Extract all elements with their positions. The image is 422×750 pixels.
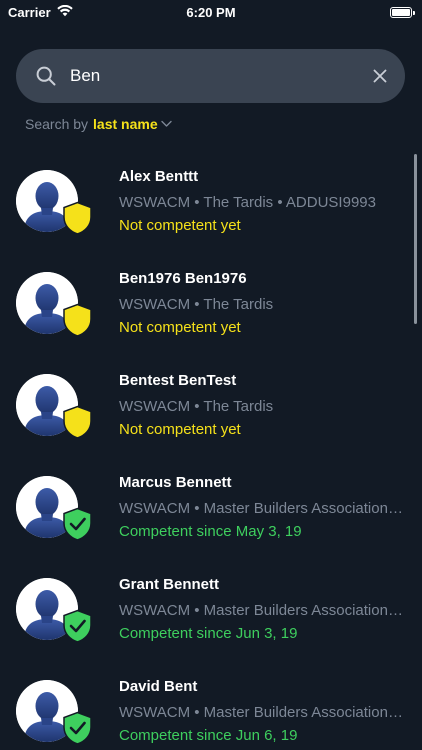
- chevron-down-icon[interactable]: [160, 120, 172, 128]
- competency-status: Not competent yet: [119, 319, 241, 336]
- wifi-icon: [56, 4, 73, 20]
- search-icon: [36, 66, 56, 86]
- competency-status: Not competent yet: [119, 217, 241, 234]
- list-item[interactable]: Ben1976 Ben1976 WSWACM • The Tardis Not …: [0, 254, 422, 356]
- list-item-text: Marcus Bennett WSWACM • Master Builders …: [119, 474, 404, 541]
- person-meta: WSWACM • Master Builders Association - W…: [119, 704, 404, 721]
- status-bar: Carrier 6:20 PM: [0, 0, 422, 24]
- person-meta: WSWACM • Master Builders Association - W…: [119, 602, 404, 619]
- competency-status: Competent since Jun 6, 19: [119, 727, 298, 744]
- competency-status: Not competent yet: [119, 421, 241, 438]
- shield-icon: [62, 201, 93, 235]
- search-input[interactable]: [70, 66, 373, 86]
- list-item-text: Alex Benttt WSWACM • The Tardis • ADDUSI…: [119, 168, 404, 235]
- person-meta: WSWACM • The Tardis • ADDUSI9993: [119, 194, 376, 211]
- shield-icon: [62, 303, 93, 337]
- search-bar[interactable]: [16, 49, 405, 103]
- list-item[interactable]: Marcus Bennett WSWACM • Master Builders …: [0, 458, 422, 560]
- competency-status: Competent since May 3, 19: [119, 523, 302, 540]
- list-item-text: Ben1976 Ben1976 WSWACM • The Tardis Not …: [119, 270, 404, 337]
- person-name: Ben1976 Ben1976: [119, 270, 247, 287]
- person-name: Alex Benttt: [119, 168, 199, 185]
- status-left: Carrier: [8, 4, 73, 20]
- list-item-text: Grant Bennett WSWACM • Master Builders A…: [119, 576, 404, 643]
- list-item-text: David Bent WSWACM • Master Builders Asso…: [119, 678, 404, 745]
- list-item[interactable]: David Bent WSWACM • Master Builders Asso…: [0, 662, 422, 750]
- close-icon[interactable]: [373, 69, 387, 83]
- list-item[interactable]: Bentest BenTest WSWACM • The Tardis Not …: [0, 356, 422, 458]
- shield-check-icon: [62, 711, 93, 745]
- list-item[interactable]: Alex Benttt WSWACM • The Tardis • ADDUSI…: [0, 152, 422, 254]
- list-item[interactable]: Grant Bennett WSWACM • Master Builders A…: [0, 560, 422, 662]
- carrier-label: Carrier: [8, 4, 51, 20]
- battery-level: [392, 8, 410, 16]
- person-meta: WSWACM • Master Builders Association - W…: [119, 500, 404, 517]
- person-name: David Bent: [119, 678, 198, 695]
- scrollbar[interactable]: [414, 154, 417, 324]
- shield-check-icon: [62, 507, 93, 541]
- search-by-field[interactable]: last name: [93, 116, 158, 132]
- shield-icon: [62, 405, 93, 439]
- competency-status: Competent since Jun 3, 19: [119, 625, 298, 642]
- person-meta: WSWACM • The Tardis: [119, 398, 274, 415]
- shield-check-icon: [62, 609, 93, 643]
- person-name: Bentest BenTest: [119, 372, 237, 389]
- results-list: Alex Benttt WSWACM • The Tardis • ADDUSI…: [0, 152, 422, 750]
- screen: Carrier 6:20 PM Ben Search by last name …: [0, 0, 422, 750]
- search-by-selector[interactable]: Search by last name: [25, 116, 172, 132]
- person-meta: WSWACM • The Tardis: [119, 296, 274, 313]
- battery-icon: [390, 6, 415, 18]
- list-item-text: Bentest BenTest WSWACM • The Tardis Not …: [119, 372, 404, 439]
- search-by-label: Search by: [25, 116, 89, 132]
- person-name: Grant Bennett: [119, 576, 220, 593]
- person-name: Marcus Bennett: [119, 474, 232, 491]
